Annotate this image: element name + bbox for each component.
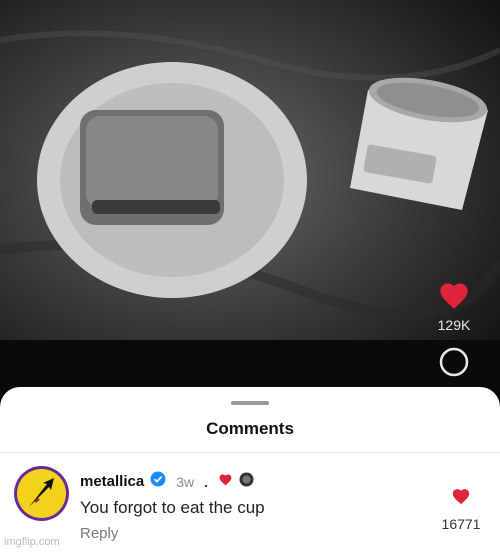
comments-title: Comments [206,419,294,438]
metallica-logo-icon [29,478,54,507]
verified-badge-icon [150,471,166,492]
creator-liked-heart-icon [218,473,233,491]
separator-dot: . [204,473,209,490]
comment-item: metallica 3w . You forgot to eat the cup… [0,453,500,552]
comment-like-heart-icon[interactable] [451,487,471,510]
heart-icon[interactable] [437,280,471,315]
avatar[interactable] [14,466,69,521]
creator-avatar-icon [239,472,254,492]
comment-username[interactable]: metallica [80,473,144,490]
watermark: imgflip.com [4,536,60,548]
comment-time: 3w [176,473,195,490]
sheet-drag-handle[interactable] [231,401,269,405]
comment-text: You forgot to eat the cup [80,498,265,517]
comment-like: 16771 [436,487,486,532]
comment-icon[interactable] [437,345,471,384]
video-side-actions: 129K [422,280,486,384]
comment-header: metallica 3w . [80,471,254,492]
comments-sheet: Comments metallica 3w . You forgot to ea… [0,387,500,552]
comment-like-count: 16771 [441,516,481,532]
video-frame[interactable]: 129K [0,0,500,392]
video-like-count: 129K [437,317,471,333]
reply-button[interactable]: Reply [80,525,118,542]
